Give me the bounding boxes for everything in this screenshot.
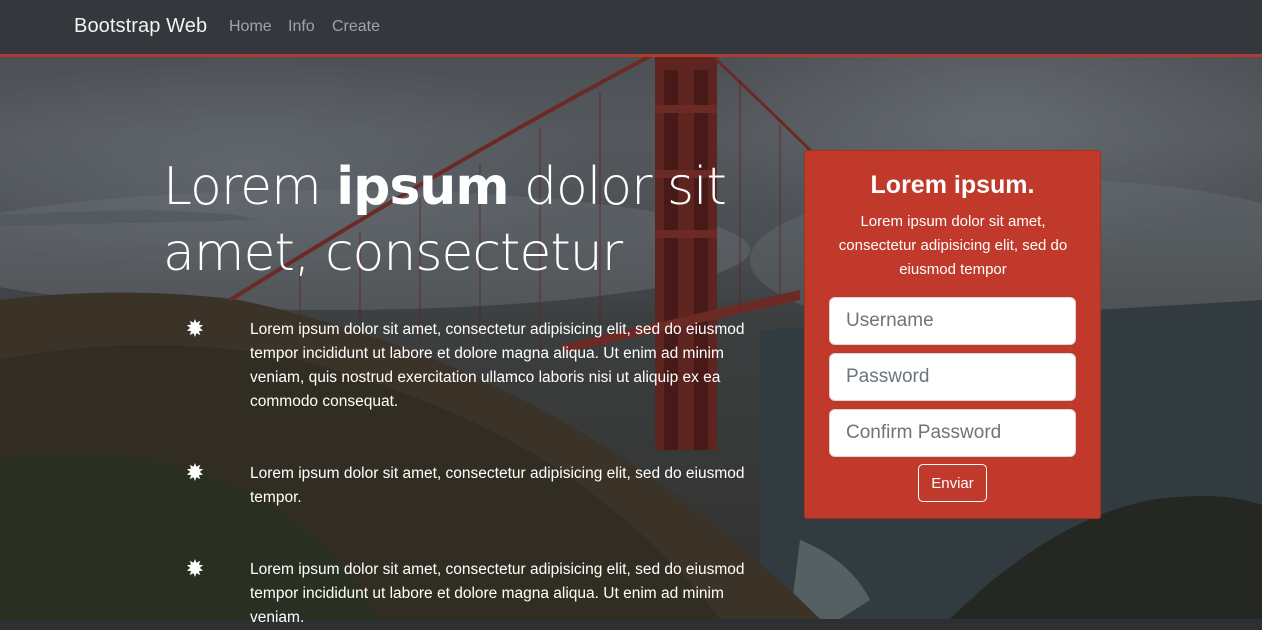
register-card: Lorem ipsum. Lorem ipsum dolor sit amet,… — [804, 150, 1101, 519]
nav-link-home[interactable]: Home — [229, 18, 272, 36]
navbar-brand[interactable]: Bootstrap Web — [74, 15, 207, 38]
confirm-password-input[interactable] — [829, 409, 1076, 457]
feature-text: Lorem ipsum dolor sit amet, consectetur … — [250, 561, 745, 626]
username-input[interactable] — [829, 297, 1076, 345]
feature-text: Lorem ipsum dolor sit amet, consectetur … — [250, 465, 745, 506]
feature-text: Lorem ipsum dolor sit amet, consectetur … — [250, 321, 745, 410]
hero-headline: Lorem ipsum dolor sit amet, consectetur — [163, 154, 763, 286]
submit-button[interactable]: Enviar — [918, 464, 987, 502]
headline-bold: ipsum — [336, 157, 509, 217]
nav-link-create[interactable]: Create — [332, 18, 380, 36]
card-title: Lorem ipsum. — [870, 171, 1035, 199]
password-input[interactable] — [829, 353, 1076, 401]
burst-icon — [186, 559, 204, 577]
burst-icon — [186, 319, 204, 337]
burst-icon — [186, 463, 204, 481]
headline-part-1: Lorem — [163, 157, 337, 217]
card-subtitle: Lorem ipsum dolor sit amet, consectetur … — [838, 213, 1068, 278]
nav-link-info[interactable]: Info — [288, 18, 315, 36]
top-navbar: Bootstrap Web Home Info Create — [0, 0, 1262, 57]
